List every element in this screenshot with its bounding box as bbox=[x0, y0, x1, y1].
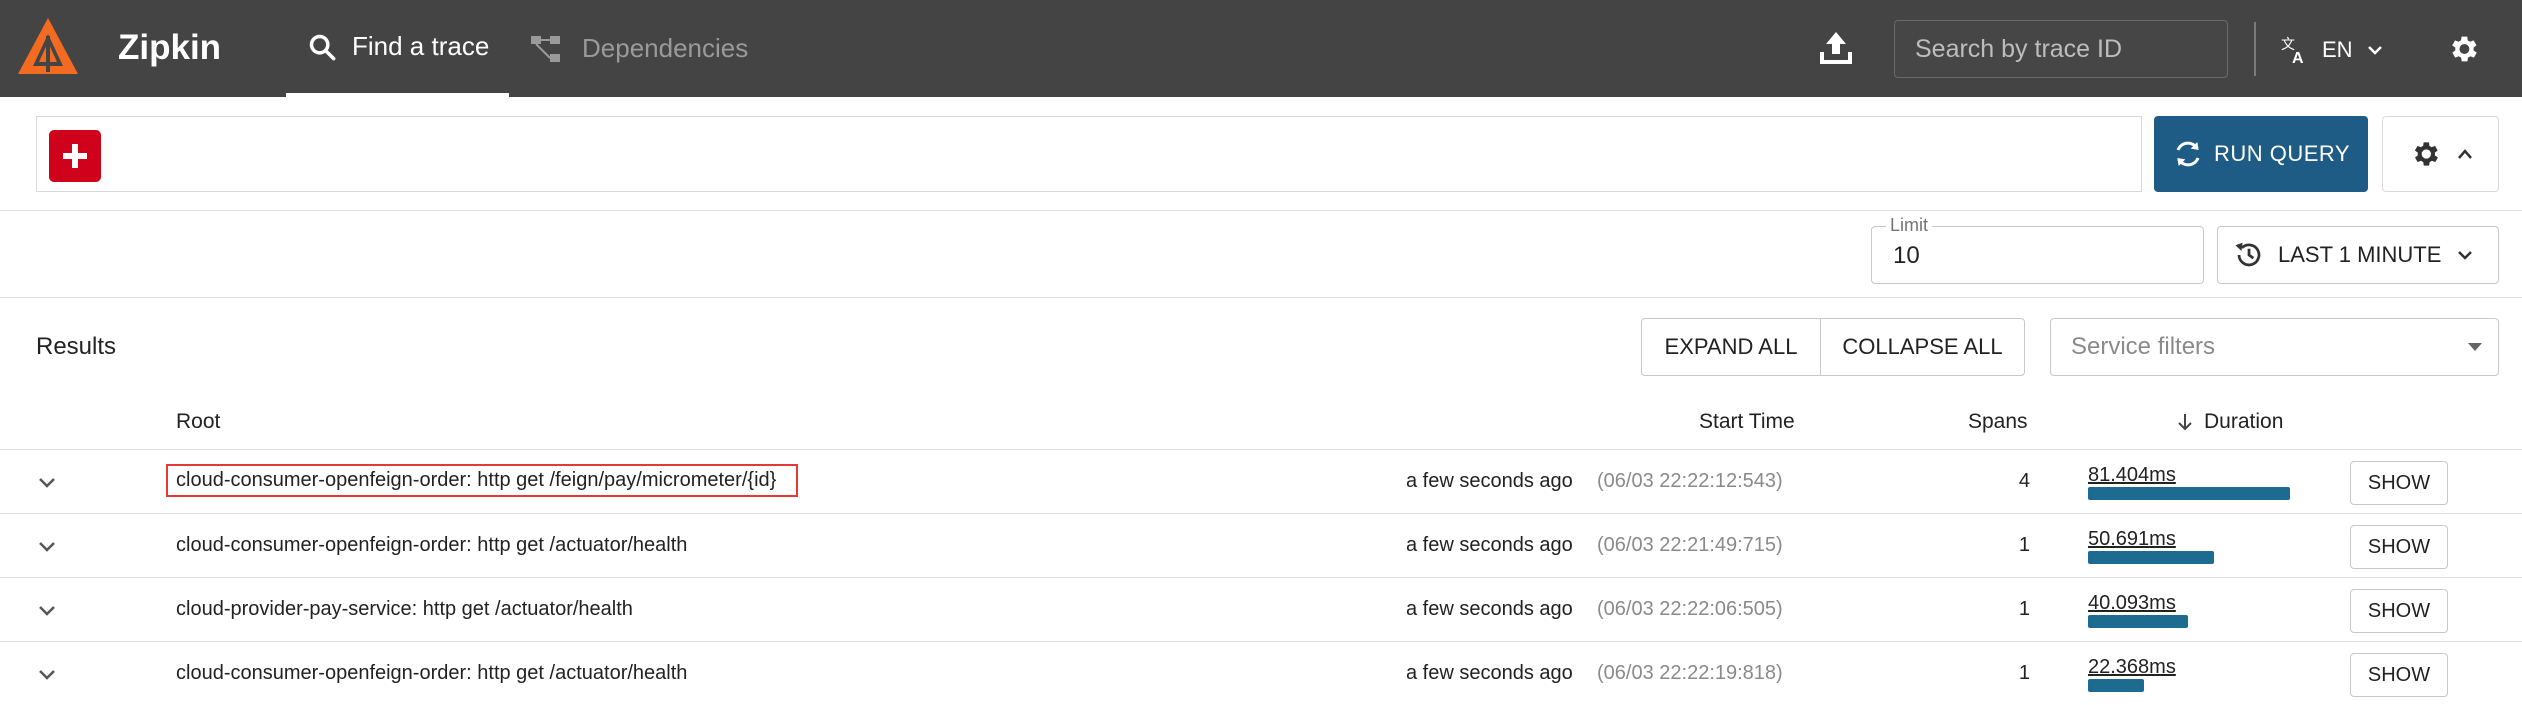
start-time-relative: a few seconds ago bbox=[1406, 598, 1573, 620]
duration-value: 40.093ms bbox=[2088, 592, 2176, 614]
divider bbox=[2254, 22, 2256, 76]
expand-row-chevron-icon[interactable] bbox=[36, 536, 58, 558]
app-title[interactable]: Zipkin bbox=[118, 28, 221, 68]
root-span-name: cloud-consumer-openfeign-order: http get… bbox=[176, 662, 688, 684]
chevron-up-icon bbox=[2457, 149, 2472, 159]
expand-all-button[interactable]: EXPAND ALL bbox=[1642, 319, 1821, 375]
chevron-down-icon bbox=[2367, 46, 2382, 55]
column-header-start-time[interactable]: Start Time bbox=[1699, 410, 1795, 434]
language-selector[interactable]: 文 A EN bbox=[2280, 30, 2383, 70]
tab-find-a-trace-label: Find a trace bbox=[352, 31, 490, 61]
svg-text:A: A bbox=[2292, 50, 2304, 65]
run-query-label: RUN QUERY bbox=[2213, 141, 2351, 166]
show-trace-button[interactable]: SHOW bbox=[2350, 589, 2448, 633]
sort-arrow-down-icon bbox=[2178, 414, 2192, 431]
duration-bar bbox=[2088, 487, 2290, 500]
span-count: 4 bbox=[2018, 470, 2030, 492]
query-filter-bar[interactable] bbox=[36, 116, 2142, 192]
start-time-absolute: (06/03 22:22:19:818) bbox=[1597, 662, 1783, 684]
dependencies-icon bbox=[531, 35, 560, 62]
dropdown-arrow-icon bbox=[2468, 343, 2482, 351]
run-query-button[interactable]: RUN QUERY bbox=[2154, 116, 2368, 192]
divider bbox=[0, 210, 2522, 211]
lookback-label: LAST 1 MINUTE bbox=[2278, 242, 2442, 267]
span-count: 1 bbox=[2018, 534, 2030, 556]
duration-bar bbox=[2088, 615, 2188, 628]
gear-icon bbox=[2414, 142, 2438, 166]
query-settings-button[interactable] bbox=[2382, 116, 2499, 192]
table-row[interactable]: cloud-consumer-openfeign-order: http get… bbox=[0, 449, 2522, 513]
collapse-all-button[interactable]: COLLAPSE ALL bbox=[1821, 319, 2024, 375]
expand-row-chevron-icon[interactable] bbox=[36, 664, 58, 686]
search-icon bbox=[309, 34, 336, 60]
duration-value: 22.368ms bbox=[2088, 656, 2176, 678]
show-trace-button[interactable]: SHOW bbox=[2350, 461, 2448, 505]
start-time-relative: a few seconds ago bbox=[1406, 534, 1573, 556]
root-span-name: cloud-consumer-openfeign-order: http get… bbox=[176, 534, 688, 556]
results-title: Results bbox=[36, 333, 117, 360]
expand-row-chevron-icon[interactable] bbox=[36, 472, 58, 494]
root-span-name: cloud-provider-pay-service: http get /ac… bbox=[176, 598, 633, 620]
expand-row-chevron-icon[interactable] bbox=[36, 600, 58, 622]
duration-header-label: Duration bbox=[2204, 410, 2284, 433]
add-criteria-button[interactable] bbox=[49, 130, 101, 182]
start-time-relative: a few seconds ago bbox=[1406, 470, 1573, 492]
table-row[interactable]: cloud-consumer-openfeign-order: http get… bbox=[0, 513, 2522, 577]
span-count: 1 bbox=[2018, 598, 2030, 620]
column-header-root: Root bbox=[176, 410, 221, 433]
show-trace-button[interactable]: SHOW bbox=[2350, 653, 2448, 697]
top-bar: Zipkin Find a trace Dependencies 文 A EN bbox=[0, 0, 2522, 97]
trace-id-search-input[interactable] bbox=[1915, 34, 2205, 64]
column-header-spans[interactable]: Spans bbox=[1968, 410, 2028, 434]
column-header-duration[interactable]: Duration bbox=[2176, 410, 2283, 434]
duration-value: 50.691ms bbox=[2088, 528, 2176, 550]
service-filters-placeholder: Service filters bbox=[2071, 333, 2216, 360]
history-icon bbox=[2235, 242, 2261, 267]
span-count: 1 bbox=[2018, 662, 2030, 684]
divider bbox=[0, 297, 2522, 298]
show-trace-button[interactable]: SHOW bbox=[2350, 525, 2448, 569]
limit-label: Limit bbox=[1886, 215, 1933, 236]
duration-bar bbox=[2088, 679, 2144, 692]
chevron-down-icon bbox=[2458, 251, 2473, 260]
start-time-absolute: (06/03 22:22:12:543) bbox=[1597, 470, 1783, 492]
start-time-absolute: (06/03 22:21:49:715) bbox=[1597, 534, 1783, 556]
lookback-selector[interactable]: LAST 1 MINUTE bbox=[2217, 226, 2499, 284]
tab-dependencies-label: Dependencies bbox=[582, 33, 749, 63]
plus-icon bbox=[63, 144, 87, 168]
language-label: EN bbox=[2322, 37, 2353, 62]
translate-icon: 文 A bbox=[2281, 37, 2304, 65]
tab-find-a-trace[interactable]: Find a trace bbox=[286, 0, 509, 97]
upload-icon[interactable] bbox=[1818, 30, 1854, 66]
limit-input[interactable]: 10 bbox=[1893, 242, 1920, 270]
duration-bar bbox=[2088, 551, 2214, 564]
service-filters-select[interactable]: Service filters bbox=[2050, 318, 2499, 376]
refresh-icon bbox=[2176, 141, 2200, 167]
start-time-absolute: (06/03 22:22:06:505) bbox=[1597, 598, 1783, 620]
trace-id-search[interactable] bbox=[1894, 20, 2228, 78]
root-span-name: cloud-consumer-openfeign-order: http get… bbox=[165, 464, 799, 497]
theme-settings-icon[interactable] bbox=[2446, 32, 2480, 66]
duration-value: 81.404ms bbox=[2088, 464, 2176, 486]
expand-collapse-group: EXPAND ALL COLLAPSE ALL bbox=[1641, 318, 2025, 376]
zipkin-logo[interactable] bbox=[16, 16, 80, 80]
table-row[interactable]: cloud-provider-pay-service: http get /ac… bbox=[0, 577, 2522, 641]
start-time-relative: a few seconds ago bbox=[1406, 662, 1573, 684]
table-row[interactable]: cloud-consumer-openfeign-order: http get… bbox=[0, 641, 2522, 705]
tab-dependencies[interactable]: Dependencies bbox=[530, 0, 770, 97]
